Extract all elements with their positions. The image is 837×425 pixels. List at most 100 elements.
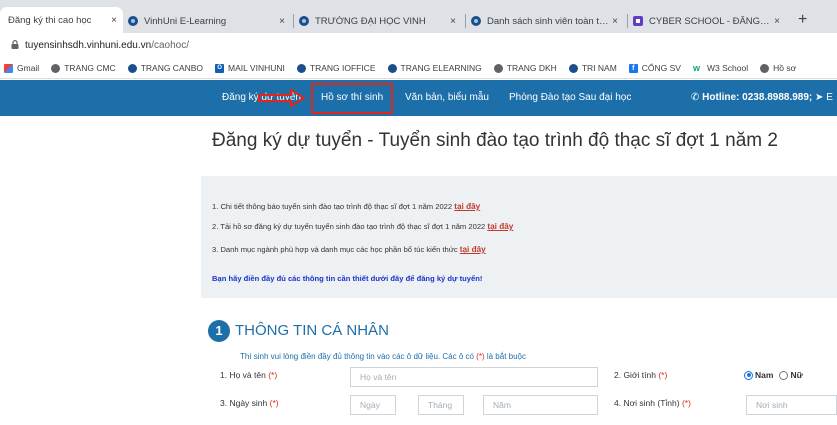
tab-close-icon[interactable]: × [612,16,618,27]
bookmarks-bar: Gmail TRANG CMC TRANG CANBO O MAIL VINHUN… [0,58,837,79]
gmail-icon [4,63,13,73]
tai-day-link[interactable]: tại đây [487,222,513,231]
nav-phong-dao-tao-sau-dai-hoc[interactable]: Phòng Đào tạo Sau đại học [509,92,631,103]
bookmark-cong-sv[interactable]: f CỔNG SV [628,63,681,73]
tab-truong-dai-hoc-vinh[interactable]: TRƯỜNG ĐẠI HỌC VINH × [297,9,462,33]
info-note: Bạn hãy điền đầy đủ các thông tin cần th… [212,274,483,283]
tab-title: VinhUni E-Learning [144,15,227,27]
required-mark: (*) [476,352,485,361]
tab-close-icon[interactable]: × [111,15,117,26]
vinhuni-icon [568,63,578,73]
info-line-2: 2. Tải hồ sơ đăng ký dự tuyển tuyển sinh… [212,222,513,231]
forms-favicon-icon [633,16,643,26]
bookmark-label: W3 School [706,63,749,73]
tab-danh-sach-sinh-vien[interactable]: Danh sách sinh viên toàn trường × [469,9,624,33]
vinhuni-icon [296,63,306,73]
section-number-badge: 1 [208,320,230,342]
url-path: /caohoc/ [151,40,190,51]
bookmark-mail-vinhuni[interactable]: O MAIL VINHUNI [215,63,285,73]
section-note-text: Thí sinh vui lòng điền đầy đủ thông tin … [240,352,477,361]
gender-option-label: Nữ [790,370,803,380]
full-name-input[interactable] [350,367,598,387]
section-note: Thí sinh vui lòng điền đầy đủ thông tin … [240,352,526,361]
gender-radio-nu[interactable] [779,370,789,380]
info-text: 2. Tải hồ sơ đăng ký dự tuyển tuyển sinh… [212,222,488,231]
highlight-box [311,83,393,114]
birth-place-input[interactable] [746,395,837,415]
bookmark-ho-so[interactable]: Hồ sơ [760,63,796,73]
lock-icon[interactable] [11,40,19,49]
bookmark-w3-school[interactable]: w W3 School [693,63,748,73]
tai-day-link[interactable]: tại đây [460,245,486,254]
browser-tab-strip: Đăng ký thi cao học × VinhUni E-Learning… [0,0,837,33]
label-text: 2. Giới tính [614,370,659,380]
bookmark-label: TRANG IOFFICE [309,63,376,73]
info-line-1: 1. Chi tiết thông báo tuyển sinh đào tạo… [212,202,480,211]
birth-day-input[interactable] [350,395,396,415]
gender-label: 2. Giới tính (*) [614,370,667,380]
bookmark-label: TRANG CMC [64,63,116,73]
phone-icon: ✆ [691,92,700,103]
tab-separator [293,14,294,28]
info-line-3: 3. Danh mục ngành phù hợp và danh mục cá… [212,245,486,254]
globe-icon [51,63,61,73]
bookmark-trang-ioffice[interactable]: TRANG IOFFICE [296,63,376,73]
birth-month-input[interactable] [418,395,464,415]
bookmark-trang-elearning[interactable]: TRANG ELEARNING [387,63,482,73]
gender-option-label: Nam [755,370,774,380]
globe-icon [760,63,770,73]
new-tab-button[interactable]: + [798,11,807,29]
page-title: Đăng ký dự tuyển - Tuyển sinh đào tạo tr… [212,130,778,151]
bookmark-trang-dkh[interactable]: TRANG DKH [493,63,557,73]
bookmark-label: MAIL VINHUNI [228,63,285,73]
bookmark-label: TRANG DKH [506,63,557,73]
send-icon: ➤ [815,92,824,103]
tab-close-icon[interactable]: × [774,16,780,27]
tab-cyber-school[interactable]: CYBER SCHOOL - ĐĂNG KÝ SIZE × [631,9,786,33]
tab-dang-ky-thi-cao-hoc[interactable]: Đăng ký thi cao học × [0,7,123,33]
required-mark: (*) [658,370,668,380]
bookmark-trang-cmc[interactable]: TRANG CMC [51,63,116,73]
bookmark-tri-nam[interactable]: TRI NAM [568,63,617,73]
bookmark-label: CỔNG SV [641,63,681,73]
w3-icon: w [692,62,700,73]
tab-title: Đăng ký thi cao học [8,14,92,26]
vinhuni-favicon-icon [128,16,138,26]
tab-vinhuni-elearning[interactable]: VinhUni E-Learning × [126,9,291,33]
hotline: ✆ Hotline: 0238.8988.989; ➤ E [691,92,833,103]
label-text: 4. Nơi sinh (Tỉnh) [614,398,682,408]
section-title: THÔNG TIN CÁ NHÂN [235,322,389,339]
bookmark-trang-canbo[interactable]: TRANG CANBO [127,63,204,73]
arrow-right-icon [257,88,306,108]
bookmark-gmail[interactable]: Gmail [4,63,39,73]
required-mark: (*) [268,370,278,380]
bookmark-label: TRANG ELEARNING [400,63,482,73]
info-text: 3. Danh mục ngành phù hợp và danh mục cá… [212,245,460,254]
address-bar[interactable]: tuyensinhsdh.vinhuni.edu.vn/caohoc/ [0,33,837,58]
tab-separator [465,14,466,28]
tab-title: Danh sách sinh viên toàn trường [487,15,609,27]
birth-place-label: 4. Nơi sinh (Tỉnh) (*) [614,398,691,408]
gender-radio-group: Nam Nữ [744,370,809,380]
label-text: 1. Họ và tên [220,370,269,380]
tab-close-icon[interactable]: × [279,16,285,27]
tab-title: CYBER SCHOOL - ĐĂNG KÝ SIZE [649,15,771,27]
required-mark: (*) [269,398,279,408]
hotline-text: Hotline: 0238.8988.989; [702,92,813,103]
birth-year-input[interactable] [483,395,598,415]
url-text[interactable]: tuyensinhsdh.vinhuni.edu.vn/caohoc/ [25,40,189,51]
tab-close-icon[interactable]: × [450,16,456,27]
tab-separator [627,14,628,28]
bookmark-label: TRI NAM [581,63,617,73]
tai-day-link[interactable]: tại đây [454,202,480,211]
info-panel: 1. Chi tiết thông báo tuyển sinh đào tạo… [201,176,837,298]
vinhuni-icon [387,63,397,73]
label-text: 3. Ngày sinh [220,398,270,408]
facebook-icon: f [628,63,638,73]
nav-van-ban-bieu-mau[interactable]: Văn bản, biểu mẫu [405,92,489,103]
birth-date-label: 3. Ngày sinh (*) [220,398,279,408]
bookmark-label: TRANG CANBO [140,63,204,73]
gender-radio-nam[interactable] [744,370,753,380]
globe-icon [493,63,503,73]
vinhuni-icon [127,63,137,73]
